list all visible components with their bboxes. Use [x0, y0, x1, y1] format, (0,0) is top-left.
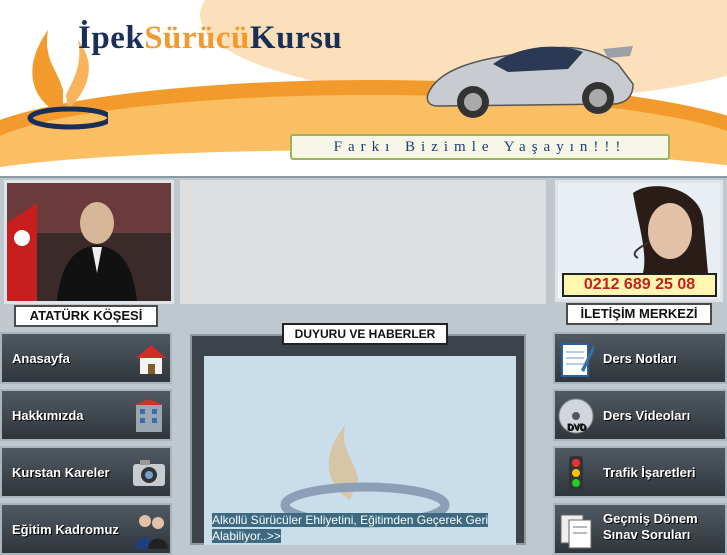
menu-item-about[interactable]: Hakkımızda	[0, 389, 172, 441]
dvd-icon: DVD	[558, 398, 594, 434]
news-item-link[interactable]: Alkollü Sürücüler Ehliyetini, Eğitimden …	[212, 512, 512, 544]
menu-item-staff[interactable]: Eğitim Kadromuz	[0, 503, 172, 555]
brand-logo[interactable]: İpekSürücüKursu	[78, 20, 342, 57]
menu-label: Anasayfa	[12, 351, 70, 366]
news-title: DUYURU VE HABERLER	[282, 323, 448, 345]
documents-icon	[560, 514, 592, 549]
notepad-icon	[561, 343, 595, 377]
menu-item-gallery[interactable]: Kurstan Kareler	[0, 446, 172, 498]
menu-item-lecture-videos[interactable]: DVD Ders Videoları	[553, 389, 727, 441]
brand-middle: Sürücü	[144, 20, 250, 56]
ataturk-corner-button[interactable]: ATATÜRK KÖŞESİ	[14, 305, 158, 327]
traffic-light-icon	[569, 456, 583, 490]
house-icon	[136, 345, 166, 374]
svg-text:DVD: DVD	[567, 422, 587, 432]
menu-label: Trafik İşaretleri	[603, 465, 696, 480]
contact-photo: 0212 689 25 08	[555, 180, 723, 302]
sports-car-image	[426, 46, 634, 118]
ataturk-photo	[4, 180, 174, 304]
menu-label-line2: Sınav Soruları	[603, 527, 691, 542]
menu-label: Ders Videoları	[603, 408, 691, 423]
menu-label: Eğitim Kadromuz	[12, 522, 119, 537]
center-banner	[180, 180, 546, 304]
menu-item-past-exam-questions[interactable]: Geçmiş Dönem Sınav Soruları	[553, 503, 727, 555]
menu-item-home[interactable]: Anasayfa	[0, 332, 172, 384]
site-header: İpekSürücüKursu Farkı Bizimle Yaşayın!!!	[0, 0, 727, 178]
people-icon	[135, 515, 168, 549]
camera-icon	[133, 460, 165, 486]
phone-number[interactable]: 0212 689 25 08	[562, 273, 717, 297]
menu-label: Hakkımızda	[12, 408, 84, 423]
menu-label: Ders Notları	[603, 351, 677, 366]
menu-label-line1: Geçmiş Dönem	[603, 511, 698, 526]
brand-prefix: İpek	[78, 20, 145, 56]
menu-item-traffic-signs[interactable]: Trafik İşaretleri	[553, 446, 727, 498]
slogan-banner: Farkı Bizimle Yaşayın!!!	[290, 134, 670, 160]
contact-center-button[interactable]: İLETİŞİM MERKEZİ	[566, 303, 712, 325]
news-item-text: Alkollü Sürücüler Ehliyetini, Eğitimden …	[212, 513, 489, 543]
operator-image	[558, 183, 720, 273]
brand-suffix: Kursu	[249, 20, 343, 56]
portrait-image	[7, 183, 171, 301]
menu-item-lecture-notes[interactable]: Ders Notları	[553, 332, 727, 384]
menu-label: Kurstan Kareler	[12, 465, 110, 480]
building-icon	[134, 399, 164, 432]
